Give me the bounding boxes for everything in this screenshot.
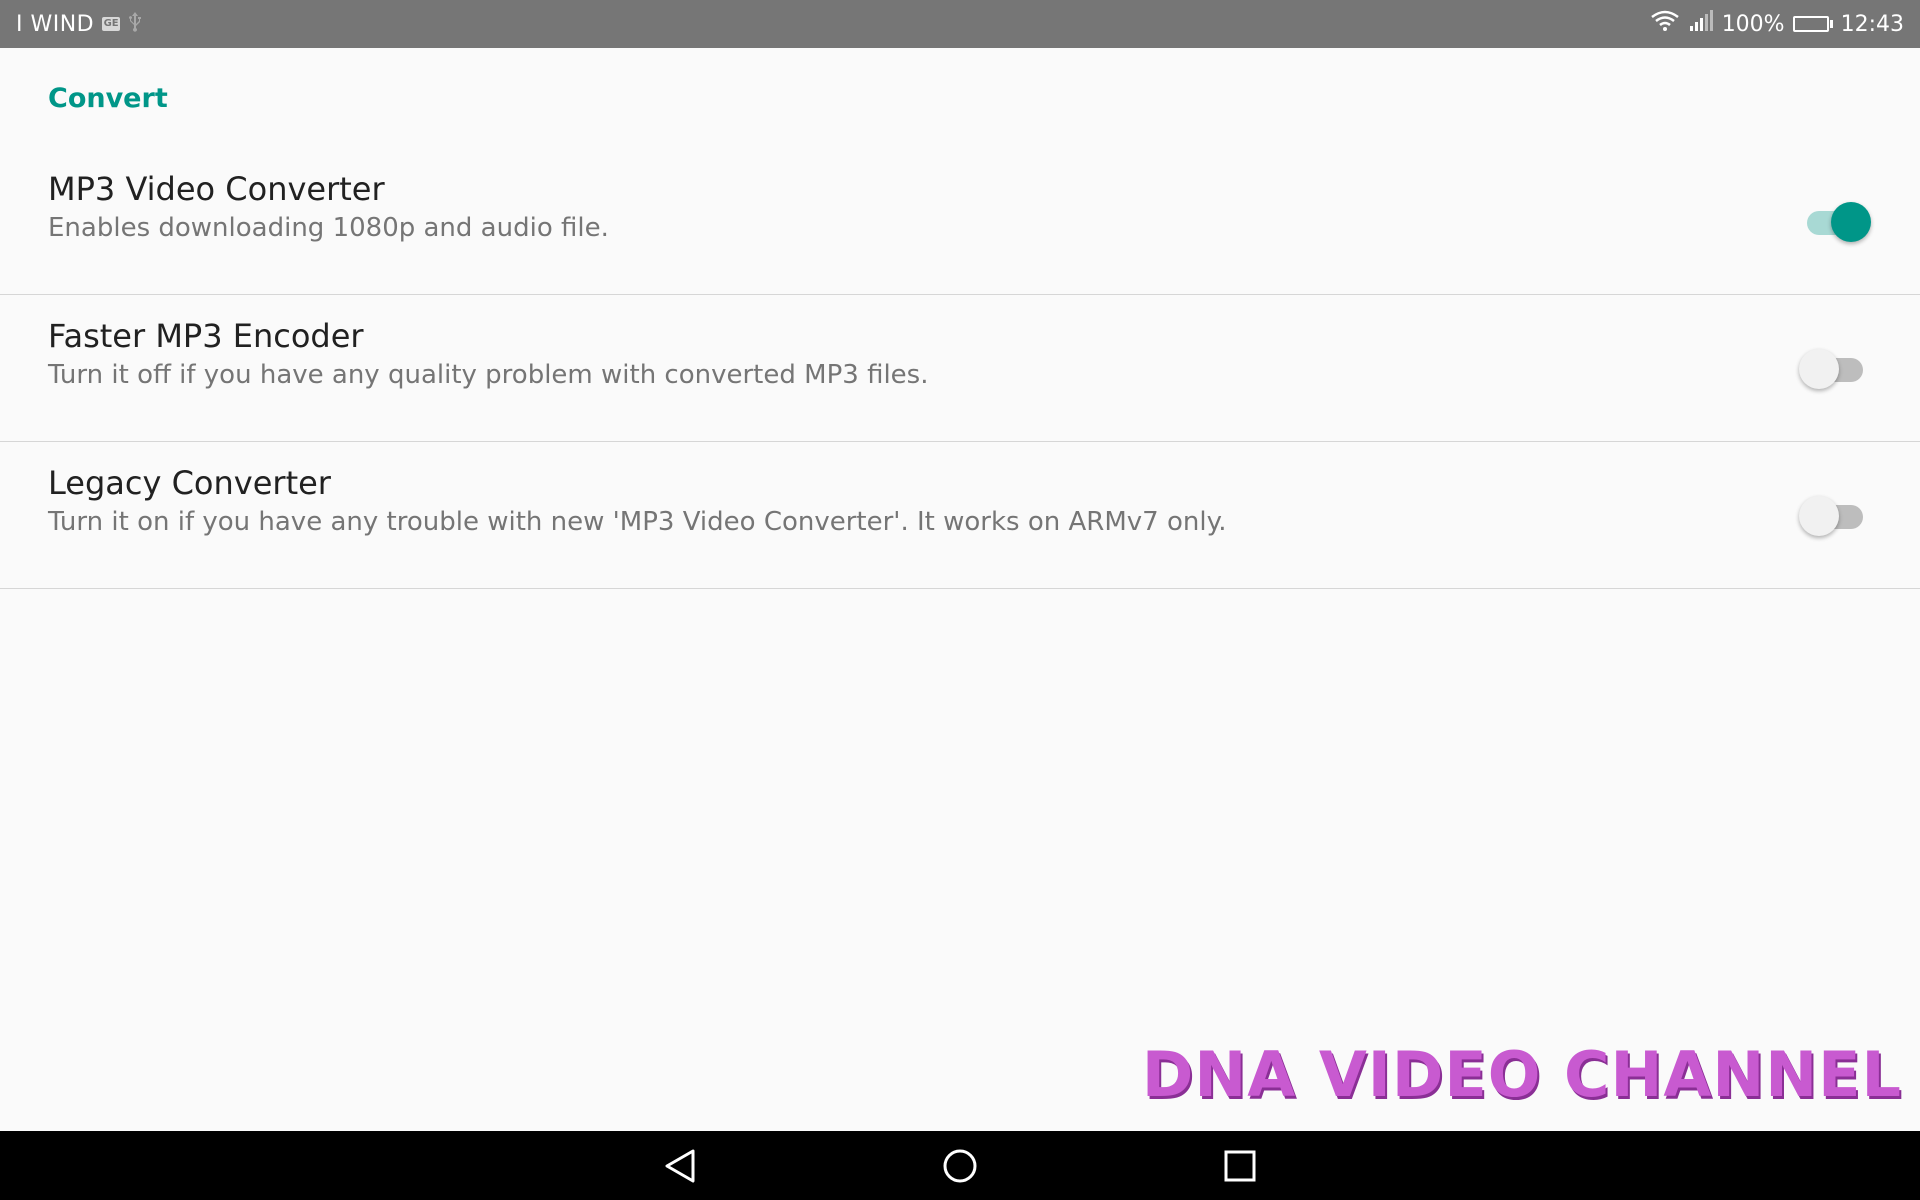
pref-title: Legacy Converter xyxy=(48,464,331,502)
faster-mp3-encoder-switch[interactable] xyxy=(1799,349,1867,389)
legacy-converter-switch[interactable] xyxy=(1799,496,1867,536)
sim-icon: GE xyxy=(102,17,121,31)
battery-icon xyxy=(1792,16,1833,32)
home-icon xyxy=(943,1149,977,1182)
recents-icon xyxy=(1224,1150,1256,1181)
status-bar: I WIND GE 100% 12:43 xyxy=(0,0,1920,48)
pref-summary: Turn it on if you have any trouble with … xyxy=(48,507,1227,537)
pref-title: MP3 Video Converter xyxy=(48,170,385,208)
pref-row-mp3-video-converter[interactable]: MP3 Video Converter Enables downloading … xyxy=(0,149,1920,295)
switch-thumb xyxy=(1799,349,1839,389)
watermark-logo: DNA VIDEO CHANNEL xyxy=(1141,1038,1902,1111)
mp3-video-converter-switch[interactable] xyxy=(1803,202,1871,242)
status-right: 100% 12:43 xyxy=(1650,10,1904,38)
status-left: I WIND GE xyxy=(16,11,142,37)
back-icon xyxy=(665,1149,695,1182)
pref-title: Faster MP3 Encoder xyxy=(48,317,364,355)
pref-summary: Enables downloading 1080p and audio file… xyxy=(48,213,609,243)
pref-row-legacy-converter[interactable]: Legacy Converter Turn it on if you have … xyxy=(0,443,1920,589)
battery-percent: 100% xyxy=(1721,11,1785,37)
pref-row-faster-mp3-encoder[interactable]: Faster MP3 Encoder Turn it off if you ha… xyxy=(0,296,1920,442)
carrier-name: I WIND xyxy=(16,11,95,37)
clock: 12:43 xyxy=(1840,11,1904,37)
navigation-bar xyxy=(0,1131,1920,1200)
switch-thumb xyxy=(1831,202,1871,242)
preferences-content: Convert MP3 Video Converter Enables down… xyxy=(0,48,1920,1131)
signal-icon xyxy=(1688,10,1714,38)
wifi-icon xyxy=(1650,10,1680,38)
usb-icon xyxy=(128,11,142,37)
home-button[interactable] xyxy=(930,1136,990,1196)
section-header-convert: Convert xyxy=(48,83,168,114)
back-button[interactable] xyxy=(650,1136,710,1196)
recents-button[interactable] xyxy=(1210,1136,1270,1196)
switch-thumb xyxy=(1799,496,1839,536)
pref-summary: Turn it off if you have any quality prob… xyxy=(48,360,929,390)
settings-screen: I WIND GE 100% 12:43 Convert MP3 Video C… xyxy=(0,0,1920,1200)
